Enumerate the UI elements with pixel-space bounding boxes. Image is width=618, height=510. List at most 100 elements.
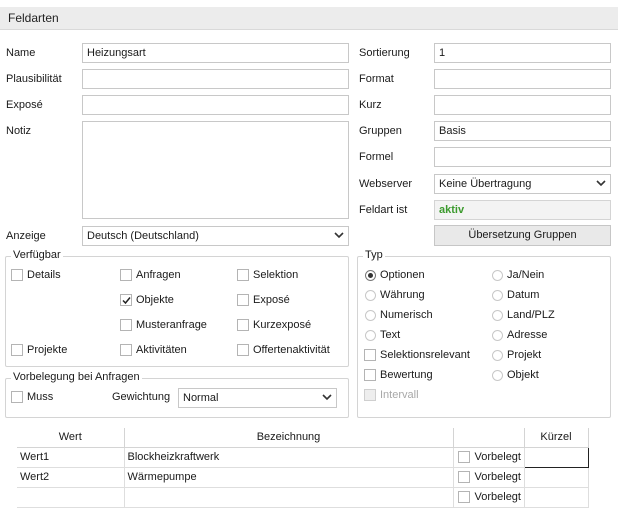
selektion-checkbox[interactable] [237,269,249,281]
kuerzel-cell[interactable] [523,446,589,468]
gewichtung-select[interactable]: Normal [178,388,337,408]
format-label: Format [359,73,394,85]
vorbelegt-label: Vorbelegt [474,451,521,464]
aktivitaeten-checkbox[interactable] [120,344,132,356]
formel-input[interactable] [434,147,611,167]
text-radio[interactable] [365,330,376,341]
anzeige-select[interactable]: Deutsch (Deutschland) [82,226,349,246]
table-header-row: Wert Bezeichnung Kürzel [17,428,589,448]
numerisch-radio[interactable] [365,310,376,321]
waehrung-radio[interactable] [365,290,376,301]
projekt-label: Projekt [507,349,542,361]
musteranfrage-checkbox[interactable] [120,319,132,331]
vorbelegt-cell[interactable]: Vorbelegt [453,487,525,508]
plausibilitaet-input[interactable] [82,69,349,89]
offertenaktivitaet-checkbox[interactable] [237,344,249,356]
plausibilitaet-label: Plausibilität [6,73,62,85]
anzeige-select-value: Deutsch (Deutschland) [87,230,199,242]
muss-label: Muss [27,391,54,403]
name-input[interactable]: Heizungsart [82,43,349,63]
selektionsrelevant-label: Selektionsrelevant [380,349,470,361]
chevron-down-icon [330,227,348,245]
bezeichnung-cell[interactable]: Blockheizkraftwerk [124,447,454,468]
verfuegbar-title: Verfügbar [11,249,63,261]
datum-label: Datum [507,289,540,301]
checkmark-icon [122,297,131,305]
gewichtung-label: Gewichtung [112,391,171,403]
objekt-label: Objekt [507,369,539,381]
wert-column-header[interactable]: Wert [17,428,125,448]
bezeichnung-cell[interactable] [124,487,454,508]
vorbelegt-column-header [453,428,525,448]
objekte-checkbox[interactable] [120,294,132,306]
bezeichnung-cell[interactable]: Wärmepumpe [124,467,454,488]
gruppen-input[interactable]: Basis [434,121,611,141]
notiz-textarea[interactable] [82,121,349,219]
kurzexpose-checkbox[interactable] [237,319,249,331]
bewertung-checkbox[interactable] [364,369,376,381]
table-row[interactable]: Wert2 Wärmepumpe Vorbelegt [17,467,589,488]
wert-cell[interactable]: Wert1 [17,447,125,468]
wert-cell[interactable] [17,487,125,508]
kurz-label: Kurz [359,99,382,111]
chevron-down-icon [592,175,610,193]
kuerzel-column-header[interactable]: Kürzel [524,428,589,448]
optionen-radio[interactable] [365,270,376,281]
bezeichnung-column-header[interactable]: Bezeichnung [124,428,454,448]
aktivitaeten-label: Aktivitäten [136,344,187,356]
table-row[interactable]: Vorbelegt [17,487,589,508]
adresse-label: Adresse [507,329,548,341]
expose-checkbox[interactable] [237,294,249,306]
musteranfrage-label: Musteranfrage [136,319,207,331]
details-label: Details [27,269,61,281]
table-row[interactable]: Wert1 Blockheizkraftwerk Vorbelegt [17,446,589,468]
vorbelegt-cell[interactable]: Vorbelegt [453,447,525,468]
adresse-radio[interactable] [492,330,503,341]
objekt-radio[interactable] [492,370,503,381]
expose-option-label: Exposé [253,294,290,306]
optionen-label: Optionen [380,269,425,281]
kuerzel-cell[interactable] [524,467,589,488]
vorbelegt-label: Vorbelegt [474,491,521,504]
projekt-radio[interactable] [492,350,503,361]
translate-groups-button[interactable]: Übersetzung Gruppen [434,225,611,246]
sortierung-input[interactable]: 1 [434,43,611,63]
chevron-down-icon [318,389,336,407]
selektionsrelevant-checkbox[interactable] [364,349,376,361]
window-titlebar: Feldarten [0,7,618,30]
name-label: Name [6,47,36,59]
anfragen-label: Anfragen [136,269,181,281]
expose-input[interactable] [82,95,349,115]
land-plz-label: Land/PLZ [507,309,555,321]
vorbelegt-cell[interactable]: Vorbelegt [453,467,525,488]
datum-radio[interactable] [492,290,503,301]
muss-checkbox[interactable] [11,391,23,403]
window-title: Feldarten [8,11,59,25]
vorbelegt-checkbox[interactable] [457,451,470,464]
vorbelegt-checkbox[interactable] [457,491,470,504]
webserver-select-value: Keine Übertragung [439,178,532,190]
values-table: Wert Bezeichnung Kürzel Wert1 Blockheizk… [17,428,589,508]
selektion-label: Selektion [253,269,299,281]
text-label: Text [380,329,401,341]
details-checkbox[interactable] [11,269,23,281]
intervall-checkbox [364,389,376,401]
gewichtung-select-value: Normal [183,392,219,404]
vorbelegt-checkbox[interactable] [457,471,470,484]
kuerzel-cell[interactable] [524,487,589,508]
projekte-checkbox[interactable] [11,344,23,356]
ja-nein-radio[interactable] [492,270,503,281]
webserver-select[interactable]: Keine Übertragung [434,174,611,194]
numerisch-label: Numerisch [380,309,433,321]
kurz-input[interactable] [434,95,611,115]
webserver-label: Webserver [359,178,412,190]
sortierung-label: Sortierung [359,47,410,59]
vorbelegt-label: Vorbelegt [474,471,521,484]
land-plz-radio[interactable] [492,310,503,321]
format-input[interactable] [434,69,611,89]
feldart-status-value: aktiv [439,204,465,216]
vorbelegung-title: Vorbelegung bei Anfragen [11,371,142,383]
wert-cell[interactable]: Wert2 [17,467,125,488]
typ-title: Typ [363,249,385,261]
anfragen-checkbox[interactable] [120,269,132,281]
